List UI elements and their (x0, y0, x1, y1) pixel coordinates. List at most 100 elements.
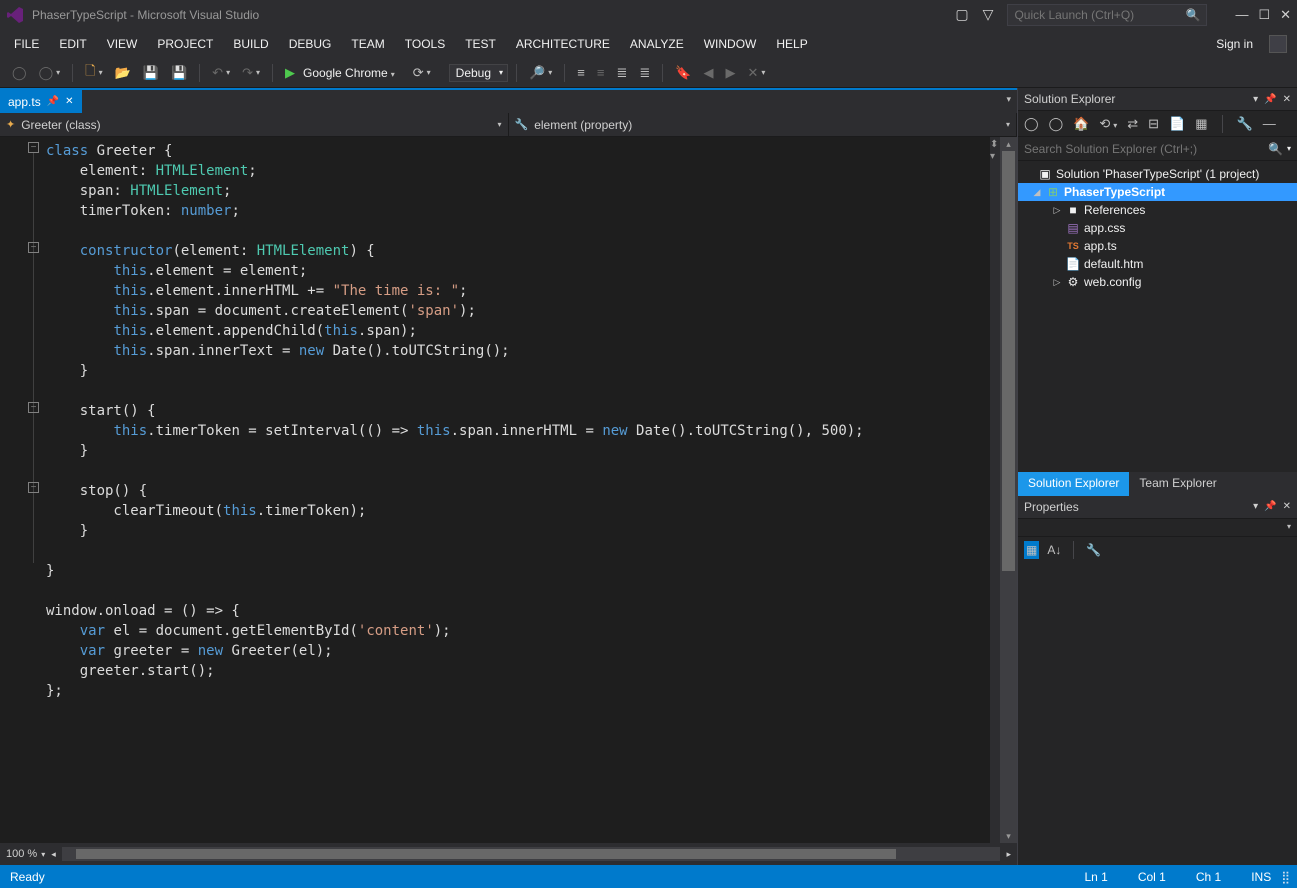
zoom-dropdown-icon[interactable]: ▾ (41, 850, 45, 859)
tree-item-references[interactable]: ▷ ■ References (1018, 201, 1297, 219)
editor-tab-appts[interactable]: app.ts 📌 ✕ (0, 90, 82, 113)
clear-bookmarks-button[interactable]: ✕ (743, 63, 769, 83)
menu-debug[interactable]: DEBUG (279, 33, 342, 55)
menu-analyze[interactable]: ANALYZE (620, 33, 694, 55)
menu-edit[interactable]: EDIT (49, 33, 96, 55)
run-target-dropdown[interactable]: Google Chrome (303, 66, 395, 80)
fold-toggle[interactable]: − (28, 142, 39, 153)
nav-member-dropdown[interactable]: 🔧 element (property) (509, 113, 1018, 136)
menu-view[interactable]: VIEW (97, 33, 148, 55)
quick-launch[interactable]: 🔍 (1007, 4, 1207, 26)
sync-icon[interactable]: ⟲ (1099, 116, 1117, 132)
expand-icon[interactable]: ▾ (990, 151, 1000, 161)
nav-back-button[interactable]: ◯ (8, 63, 31, 83)
open-file-button[interactable]: 📂 (111, 63, 135, 83)
split-handle[interactable]: ⬍ ▾ (990, 137, 1000, 843)
tree-project-node[interactable]: ◢ ⊞ PhaserTypeScript (1018, 183, 1297, 201)
nav-forward-button[interactable]: ◯ (35, 63, 65, 83)
undo-button[interactable]: ↶ (208, 63, 234, 83)
nav-scope-dropdown[interactable]: ✦ Greeter (class) (0, 113, 509, 136)
browser-refresh-button[interactable]: ⟳ (409, 63, 435, 83)
chevron-down-icon[interactable]: ◢ (1032, 187, 1042, 198)
tab-solution-explorer[interactable]: Solution Explorer (1018, 472, 1129, 496)
sign-in-link[interactable]: Sign in (1206, 33, 1263, 55)
tree-item-appts[interactable]: TS app.ts (1018, 237, 1297, 255)
tree-item-webconfig[interactable]: ▷ ⚙ web.config (1018, 273, 1297, 291)
menu-file[interactable]: FILE (4, 33, 49, 55)
quick-launch-input[interactable] (1014, 8, 1185, 22)
close-icon[interactable]: ✕ (65, 96, 73, 107)
search-icon[interactable]: 🔍 (1268, 142, 1283, 156)
show-all-icon[interactable]: 📄 (1169, 116, 1185, 132)
uncomment-button[interactable]: ≡ (593, 63, 609, 82)
bookmark-button[interactable]: 🔖 (671, 63, 695, 83)
collapse-all-icon[interactable]: ⊟ (1148, 116, 1159, 132)
menu-tools[interactable]: TOOLS (395, 33, 455, 55)
indent-button[interactable]: ≣ (612, 63, 631, 83)
tree-item-appcss[interactable]: ▤ app.css (1018, 219, 1297, 237)
window-position-icon[interactable]: ▾ (1253, 501, 1258, 512)
tree-item-defaulthtm[interactable]: 📄 default.htm (1018, 255, 1297, 273)
save-button[interactable]: 💾 (139, 63, 163, 83)
window-position-icon[interactable]: ▾ (1253, 94, 1258, 105)
tree-solution-node[interactable]: ▣ Solution 'PhaserTypeScript' (1 project… (1018, 165, 1297, 183)
chevron-right-icon[interactable]: ▷ (1052, 277, 1062, 288)
split-icon[interactable]: ⬍ (990, 139, 1000, 149)
menu-project[interactable]: PROJECT (147, 33, 223, 55)
fold-toggle[interactable]: − (28, 482, 39, 493)
categorized-icon[interactable]: ▦ (1024, 541, 1039, 559)
tab-team-explorer[interactable]: Team Explorer (1129, 472, 1226, 496)
next-bookmark-button[interactable]: ▶ (721, 63, 739, 83)
horizontal-scrollbar[interactable] (62, 847, 1001, 861)
save-all-button[interactable]: 💾 (167, 63, 191, 83)
outdent-button[interactable]: ≣ (635, 63, 654, 83)
minimize-button[interactable]: — (1235, 7, 1248, 23)
search-icon[interactable]: 🔍 (1185, 8, 1200, 22)
notifications-icon[interactable]: ▢ (955, 6, 968, 23)
back-icon[interactable]: ◯ (1024, 116, 1039, 132)
fold-toggle[interactable]: − (28, 242, 39, 253)
solution-search[interactable]: 🔍 ▾ (1018, 137, 1297, 161)
comment-button[interactable]: ≡ (573, 63, 589, 82)
vertical-scrollbar[interactable]: ▴ ▾ (1000, 137, 1017, 843)
close-panel-icon[interactable]: ✕ (1283, 94, 1291, 105)
hscroll-right-icon[interactable]: ▸ (1006, 849, 1011, 860)
home-icon[interactable]: 🏠 (1073, 116, 1089, 132)
autohide-icon[interactable]: 📌 (1264, 94, 1276, 105)
menu-help[interactable]: HELP (766, 33, 817, 55)
redo-button[interactable]: ↷ (238, 63, 264, 83)
preview-icon[interactable]: 🔧 (1237, 116, 1253, 132)
search-dropdown-icon[interactable]: ▾ (1287, 144, 1291, 153)
chevron-right-icon[interactable]: ▷ (1052, 205, 1062, 216)
avatar-icon[interactable] (1269, 35, 1287, 53)
menu-window[interactable]: WINDOW (694, 33, 767, 55)
maximize-button[interactable]: ☐ (1258, 7, 1270, 23)
properties-icon[interactable]: ▦ (1195, 116, 1207, 132)
property-pages-icon[interactable]: 🔧 (1086, 543, 1101, 557)
close-button[interactable]: ✕ (1280, 7, 1291, 23)
menu-build[interactable]: BUILD (223, 33, 278, 55)
menu-test[interactable]: TEST (455, 33, 506, 55)
resize-grip-icon[interactable]: ⣿ (1281, 870, 1287, 884)
fold-toggle[interactable]: − (28, 402, 39, 413)
dropdown-icon[interactable]: ▾ (1287, 522, 1291, 531)
refresh-icon[interactable]: ⇄ (1127, 116, 1138, 132)
alphabetical-icon[interactable]: A↓ (1047, 543, 1061, 557)
menu-team[interactable]: TEAM (341, 33, 394, 55)
status-ins[interactable]: INS (1251, 870, 1271, 884)
new-project-button[interactable]: 🗋 (81, 60, 106, 86)
autohide-icon[interactable]: 📌 (1264, 501, 1276, 512)
pin-icon[interactable]: 📌 (47, 96, 59, 107)
more-icon[interactable]: — (1263, 116, 1276, 131)
config-dropdown[interactable]: Debug (449, 64, 508, 82)
hscroll-left-icon[interactable]: ◂ (51, 849, 56, 860)
find-in-files-button[interactable]: 🔎 (525, 63, 556, 83)
zoom-level[interactable]: 100 % (6, 848, 37, 860)
menu-architecture[interactable]: ARCHITECTURE (506, 33, 620, 55)
solution-search-input[interactable] (1024, 142, 1268, 156)
feedback-icon[interactable]: ▽ (983, 6, 994, 23)
prev-bookmark-button[interactable]: ◀ (699, 63, 717, 83)
code-editor[interactable]: class Greeter { element: HTMLElement; sp… (42, 137, 990, 843)
close-panel-icon[interactable]: ✕ (1283, 501, 1291, 512)
forward-icon[interactable]: ◯ (1049, 116, 1064, 132)
